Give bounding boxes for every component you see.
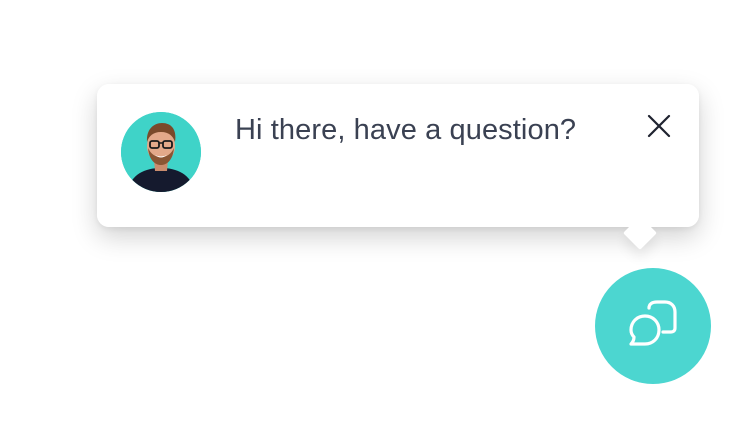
greeting-message: Hi there, have a question? [235,114,577,146]
agent-photo [121,112,201,192]
agent-avatar [121,112,201,192]
chat-greeting-popup: Hi there, have a question? [97,84,699,250]
close-button[interactable] [645,112,673,140]
popup-body: Hi there, have a question? [97,84,699,227]
chat-launcher-button[interactable] [595,268,711,384]
chat-widget: Hi there, have a question? [0,0,737,424]
chat-bubbles-icon [629,300,677,346]
close-icon [647,114,671,138]
